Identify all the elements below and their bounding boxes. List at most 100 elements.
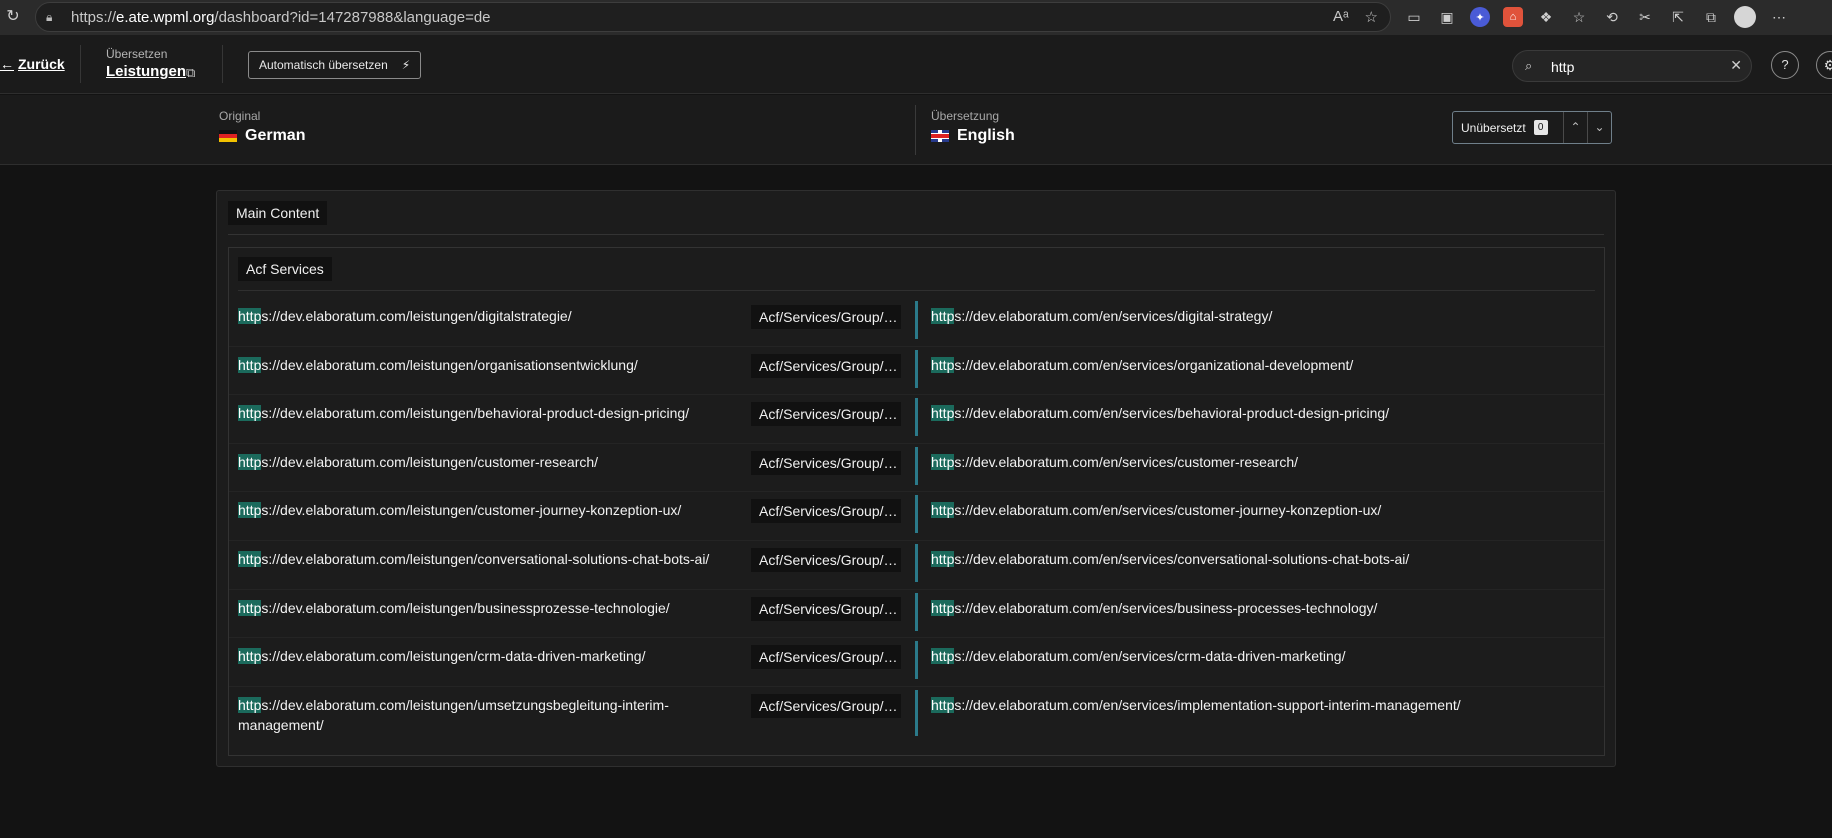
- field-badge: Acf/Services/Group/Link: [751, 353, 901, 378]
- favorite-star-icon[interactable]: ☆: [1365, 8, 1378, 26]
- target-text[interactable]: https://dev.elaboratum.com/en/services/c…: [931, 500, 1591, 520]
- source-text-rest: s://dev.elaboratum.com/leistungen/behavi…: [261, 405, 690, 422]
- profile-avatar[interactable]: [1734, 6, 1756, 28]
- status-bar: [915, 543, 918, 582]
- lock-icon: 🔒︎: [46, 10, 53, 24]
- more-icon[interactable]: ⋯: [1769, 7, 1789, 27]
- segment-row[interactable]: http s://dev.elaboratum.com/leistungen/co…: [229, 541, 1604, 590]
- search-box[interactable]: ⌕ ✕: [1512, 50, 1752, 82]
- source-text-rest: s://dev.elaboratum.com/leistungen/crm-da…: [261, 648, 646, 665]
- puzzle-icon[interactable]: ❖: [1536, 7, 1556, 27]
- target-text-rest: s://dev.elaboratum.com/en/services/behav…: [954, 405, 1390, 422]
- status-bar: [915, 641, 918, 680]
- original-language: German: [219, 127, 305, 145]
- source-text-rest: s://dev.elaboratum.com/leistungen/digita…: [261, 308, 572, 324]
- field-badge: Acf/Services/Group/Link: [751, 596, 901, 621]
- auto-translate-label: Automatisch übersetzen: [259, 58, 388, 72]
- original-label: Original: [219, 109, 261, 123]
- segment-list: http s://dev.elaboratum.com/leistungen/di…: [229, 298, 1604, 745]
- untranslated-filter[interactable]: Unübersetzt 0 ⌃ ⌄: [1452, 111, 1612, 144]
- back-label: Zurück: [18, 56, 65, 72]
- field-badge: Acf/Services/Group/Link: [751, 450, 901, 475]
- search-highlight: http: [931, 502, 955, 519]
- group-title: Acf Services: [238, 257, 332, 281]
- browser-toolbar: ↻ 🔒︎ https://e.ate.wpml.org/dashboard?id…: [0, 0, 1832, 35]
- target-text[interactable]: https://dev.elaboratum.com/en/services/c…: [931, 646, 1591, 666]
- extension-blue-icon[interactable]: ✦: [1470, 7, 1490, 27]
- search-highlight: http: [931, 599, 955, 616]
- screen-icon[interactable]: ▣: [1437, 7, 1457, 27]
- source-text: https://dev.elaboratum.com/leistungen/cu…: [238, 452, 738, 472]
- search-highlight: http: [931, 550, 955, 567]
- filter-label: Unübersetzt: [1461, 120, 1526, 135]
- extension-red-icon[interactable]: ⌂: [1503, 7, 1523, 27]
- gear-icon[interactable]: ⚙: [1816, 51, 1832, 79]
- divider: [80, 45, 81, 83]
- favorites-icon[interactable]: ☆: [1569, 7, 1589, 27]
- screenshot-icon[interactable]: ✂: [1635, 7, 1655, 27]
- search-input[interactable]: [1551, 57, 1711, 77]
- reload-icon[interactable]: ↻: [4, 8, 22, 26]
- read-aloud-icon[interactable]: Aᵃ: [1333, 8, 1349, 26]
- target-text[interactable]: https://dev.elaboratum.com/en/services/o…: [931, 355, 1591, 375]
- source-text-rest: s://dev.elaboratum.com/leistungen/conver…: [261, 550, 710, 567]
- target-text[interactable]: https://dev.elaboratum.com/en/services/b…: [931, 598, 1591, 618]
- collections-icon[interactable]: ⧉: [1701, 7, 1721, 27]
- segment-row[interactable]: https://dev.elaboratum.com/leistungen/di…: [229, 298, 1604, 347]
- segment-row[interactable]: http s://dev.elaboratum.com/leistungen/cr…: [229, 638, 1604, 687]
- field-badge: Acf/Services/Group/Link: [751, 547, 901, 572]
- translation-language: English: [931, 127, 1015, 145]
- close-icon[interactable]: ✕: [1730, 57, 1742, 74]
- status-bar: [915, 592, 918, 631]
- search-icon: ⌕: [1525, 58, 1533, 73]
- auto-translate-button[interactable]: Automatisch übersetzen ⚡︎: [248, 51, 422, 79]
- divider: [222, 45, 223, 83]
- segment-row[interactable]: https://dev.elaboratum.com/leistungen/um…: [229, 687, 1604, 745]
- main-content-card: Main Content Acf Services https://dev.el…: [216, 190, 1616, 767]
- segment-row[interactable]: https://dev.elaboratum.com/leistungen/cu…: [229, 492, 1604, 541]
- field-badge: Acf/Services/Group/Link: [751, 305, 901, 329]
- target-text-rest: s://dev.elaboratum.com/en/services/crm-d…: [954, 648, 1346, 665]
- segment-row[interactable]: https://dev.elaboratum.com/leistungen/bu…: [229, 590, 1604, 639]
- target-text-rest: s://dev.elaboratum.com/en/services/digit…: [954, 308, 1273, 324]
- source-text: https://dev.elaboratum.com/leistungen/um…: [238, 695, 738, 735]
- lightning-icon: ⚡︎: [401, 58, 411, 72]
- pip-icon[interactable]: ▭: [1404, 7, 1424, 27]
- search-highlight: http: [931, 648, 955, 665]
- chevron-down-icon[interactable]: ⌄: [1587, 112, 1611, 143]
- status-bar: [915, 495, 918, 534]
- status-bar: [915, 349, 918, 388]
- status-bar: [915, 398, 918, 437]
- target-text[interactable]: https://dev.elaboratum.com/en/services/b…: [931, 403, 1591, 423]
- history-icon[interactable]: ⟲: [1602, 7, 1622, 27]
- filter-count-badge: 0: [1533, 120, 1548, 135]
- address-bar[interactable]: 🔒︎ https://e.ate.wpml.org/dashboard?id=1…: [35, 2, 1391, 32]
- target-text[interactable]: https://dev.elaboratum.com/en/services/c…: [931, 452, 1591, 472]
- back-link[interactable]: ← Zurück: [0, 56, 65, 72]
- search-highlight: http: [931, 453, 955, 470]
- target-text[interactable]: https://dev.elaboratum.com/en/services/d…: [931, 306, 1591, 326]
- language-bar: Original German Übersetzung English Unüb…: [0, 95, 1832, 165]
- segment-row[interactable]: https://dev.elaboratum.com/leistungen/or…: [229, 347, 1604, 396]
- help-icon[interactable]: ?: [1771, 51, 1799, 79]
- translation-label: Übersetzung: [931, 109, 1000, 123]
- external-link-icon[interactable]: ⧉: [186, 65, 195, 81]
- translation-language-name: English: [957, 127, 1015, 144]
- uk-flag-icon: [931, 130, 949, 142]
- share-icon[interactable]: ⇱: [1668, 7, 1688, 27]
- target-text-rest: s://dev.elaboratum.com/en/services/imple…: [954, 696, 1461, 713]
- section-title: Main Content: [228, 201, 328, 225]
- segment-row[interactable]: https://dev.elaboratum.com/leistungen/be…: [229, 395, 1604, 444]
- source-text: https://dev.elaboratum.com/leistungen/co…: [238, 549, 738, 569]
- source-text: https://dev.elaboratum.com/leistungen/be…: [238, 403, 738, 423]
- target-text[interactable]: https://dev.elaboratum.com/en/services/c…: [931, 549, 1591, 569]
- target-text-rest: s://dev.elaboratum.com/en/services/busin…: [954, 599, 1378, 616]
- chevron-up-icon[interactable]: ⌃: [1563, 112, 1587, 143]
- search-highlight: http: [238, 453, 262, 470]
- search-highlight: http: [238, 405, 262, 422]
- segment-row[interactable]: https://dev.elaboratum.com/leistungen/cu…: [229, 444, 1604, 493]
- document-name-link[interactable]: Leistungen: [106, 63, 186, 80]
- search-highlight: http: [238, 696, 262, 713]
- target-text[interactable]: https://dev.elaboratum.com/en/services/i…: [931, 695, 1591, 715]
- target-text-rest: s://dev.elaboratum.com/en/services/custo…: [954, 453, 1299, 470]
